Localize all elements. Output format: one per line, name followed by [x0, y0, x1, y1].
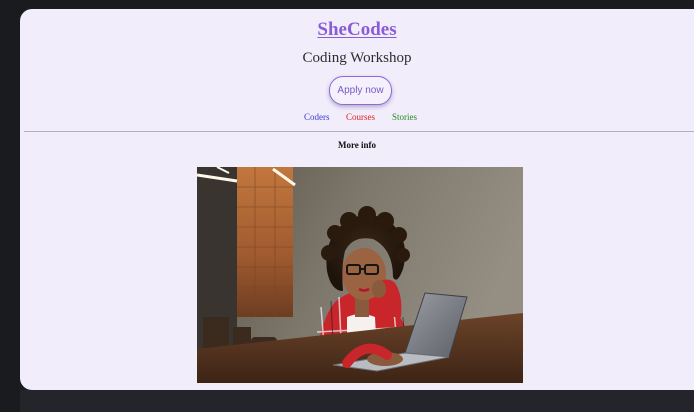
brand-link[interactable]: SheCodes: [20, 19, 694, 41]
nav-link-coders[interactable]: Coders: [304, 112, 330, 122]
nav-link-courses[interactable]: Courses: [346, 112, 375, 122]
hero-image: [197, 167, 523, 383]
divider: [24, 131, 694, 132]
bottom-bar: [20, 390, 694, 412]
brick-wall: [237, 167, 293, 317]
page-card: SheCodes Coding Workshop Apply now Coder…: [20, 9, 694, 390]
page-subtitle: Coding Workshop: [302, 50, 412, 66]
hand-on-face: [372, 280, 386, 298]
nav-link-stories[interactable]: Stories: [392, 112, 417, 122]
more-info-heading: More info: [337, 140, 377, 150]
nav-links: Coders Courses Stories: [20, 112, 694, 126]
apply-now-button[interactable]: Apply now: [329, 76, 392, 105]
